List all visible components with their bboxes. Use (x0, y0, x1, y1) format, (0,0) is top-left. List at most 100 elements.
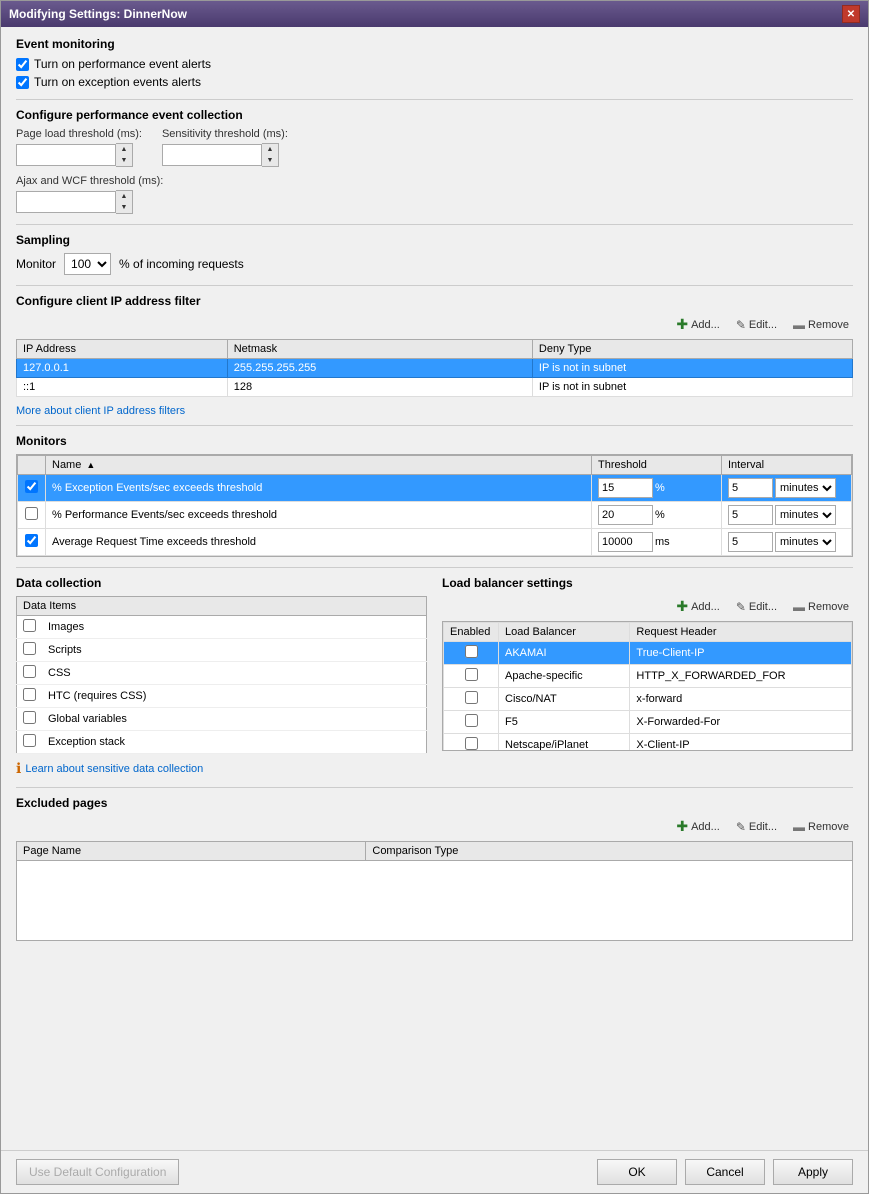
cancel-button[interactable]: Cancel (685, 1159, 765, 1185)
monitor-interval-select[interactable]: minutes hours (775, 532, 836, 552)
table-row[interactable]: Netscape/iPlanet X-Client-IP (444, 734, 852, 752)
ajax-wcf-spinner: 5000 ▲ ▼ (16, 190, 853, 214)
global-checkbox[interactable] (23, 711, 36, 724)
list-item: Scripts (17, 639, 427, 662)
excluded-edit-button[interactable]: ✎ Edit... (732, 818, 781, 836)
monitor-checkbox[interactable] (25, 507, 38, 520)
lb-enabled-checkbox[interactable] (465, 645, 478, 658)
monitor-interval-select[interactable]: minutes hours (775, 478, 836, 498)
perf-alerts-checkbox[interactable] (16, 58, 29, 71)
event-monitoring-title: Event monitoring (16, 37, 853, 51)
monitor-interval-cell: minutes hours (722, 529, 852, 556)
data-items-table: Data Items Images Scripts CSS (16, 596, 427, 754)
lb-add-button[interactable]: ✚ Add... (672, 596, 723, 617)
images-label: Images (42, 616, 427, 639)
ip-remove-button[interactable]: ▬ Remove (789, 316, 853, 334)
monitor-checkbox[interactable] (25, 480, 38, 493)
monitor-interval-input[interactable] (728, 532, 773, 552)
ip-edit-label: Edit... (749, 319, 777, 331)
monitor-select[interactable]: 100 50 25 10 (64, 253, 111, 275)
page-load-input[interactable]: 15000 (16, 144, 116, 166)
two-col-section: Data collection Data Items Images Script… (16, 576, 853, 777)
add-icon: ✚ (676, 598, 688, 615)
lb-add-label: Add... (691, 601, 720, 613)
default-config-button[interactable]: Use Default Configuration (16, 1159, 179, 1185)
sensitivity-down-btn[interactable]: ▼ (262, 155, 278, 166)
page-load-label: Page load threshold (ms): (16, 128, 142, 140)
more-link[interactable]: More about client IP address filters (16, 405, 185, 417)
page-load-down-btn[interactable]: ▼ (116, 155, 132, 166)
lb-remove-button[interactable]: ▬ Remove (789, 598, 853, 616)
monitor-name-header: Name ▲ (46, 456, 592, 475)
page-load-field: Page load threshold (ms): 15000 ▲ ▼ (16, 128, 142, 167)
content-area: Event monitoring Turn on performance eve… (1, 27, 868, 1150)
css-checkbox[interactable] (23, 665, 36, 678)
excluded-add-label: Add... (691, 821, 720, 833)
deny-col-header: Deny Type (532, 340, 852, 359)
monitor-check-header (18, 456, 46, 475)
footer-bar: Use Default Configuration OK Cancel Appl… (1, 1150, 868, 1193)
table-row[interactable]: F5 X-Forwarded-For (444, 711, 852, 734)
monitor-threshold-input[interactable] (598, 505, 653, 525)
lb-enabled-checkbox[interactable] (465, 668, 478, 681)
window-title: Modifying Settings: DinnerNow (9, 7, 187, 21)
sensitivity-input[interactable]: 3000 (162, 144, 262, 166)
ajax-wcf-up-btn[interactable]: ▲ (116, 191, 132, 202)
lb-enabled-checkbox[interactable] (465, 737, 478, 750)
threshold-unit: % (655, 482, 665, 494)
table-row[interactable]: ::1 128 IP is not in subnet (17, 378, 853, 397)
lb-title: Load balancer settings (442, 576, 853, 590)
excluded-add-button[interactable]: ✚ Add... (672, 816, 723, 837)
monitors-section: Monitors Name ▲ Threshold Interval (16, 434, 853, 557)
table-row[interactable]: % Performance Events/sec exceeds thresho… (18, 502, 852, 529)
excluded-remove-button[interactable]: ▬ Remove (789, 818, 853, 836)
table-row[interactable]: Cisco/NAT x-forward (444, 688, 852, 711)
sensitivity-up-btn[interactable]: ▲ (262, 144, 278, 155)
monitor-checkbox[interactable] (25, 534, 38, 547)
page-load-up-btn[interactable]: ▲ (116, 144, 132, 155)
excluded-edit-label: Edit... (749, 821, 777, 833)
table-row[interactable]: Average Request Time exceeds threshold m… (18, 529, 852, 556)
excluded-pages-section: Excluded pages ✚ Add... ✎ Edit... ▬ Remo… (16, 796, 853, 941)
ok-button[interactable]: OK (597, 1159, 677, 1185)
lb-edit-button[interactable]: ✎ Edit... (732, 598, 781, 616)
learn-link[interactable]: Learn about sensitive data collection (25, 763, 203, 775)
exception-alerts-checkbox[interactable] (16, 76, 29, 89)
scripts-checkbox[interactable] (23, 642, 36, 655)
lb-enabled-checkbox[interactable] (465, 714, 478, 727)
lb-table: Enabled Load Balancer Request Header AKA… (443, 622, 852, 751)
remove-icon: ▬ (793, 318, 805, 332)
ip-edit-button[interactable]: ✎ Edit... (732, 316, 781, 334)
divider-5 (16, 567, 853, 568)
table-row[interactable]: AKAMAI True-Client-IP (444, 642, 852, 665)
lb-name-cell: AKAMAI (499, 642, 630, 665)
htc-checkbox[interactable] (23, 688, 36, 701)
htc-label: HTC (requires CSS) (42, 685, 427, 708)
monitor-threshold-input[interactable] (598, 478, 653, 498)
monitor-name-cell: Average Request Time exceeds threshold (46, 529, 592, 556)
data-collection-title: Data collection (16, 576, 427, 590)
lb-enabled-checkbox[interactable] (465, 691, 478, 704)
table-row[interactable]: % Exception Events/sec exceeds threshold… (18, 475, 852, 502)
exception-alerts-row: Turn on exception events alerts (16, 75, 853, 89)
monitor-threshold-input[interactable] (598, 532, 653, 552)
lb-edit-label: Edit... (749, 601, 777, 613)
apply-button[interactable]: Apply (773, 1159, 853, 1185)
list-item: HTC (requires CSS) (17, 685, 427, 708)
ajax-wcf-input[interactable]: 5000 (16, 191, 116, 213)
exception-stack-checkbox[interactable] (23, 734, 36, 747)
images-checkbox[interactable] (23, 619, 36, 632)
lb-toolbar: ✚ Add... ✎ Edit... ▬ Remove (442, 596, 853, 617)
table-row[interactable]: Apache-specific HTTP_X_FORWARDED_FOR (444, 665, 852, 688)
load-balancer-col: Load balancer settings ✚ Add... ✎ Edit..… (442, 576, 853, 777)
ajax-wcf-down-btn[interactable]: ▼ (116, 202, 132, 213)
threshold-unit: ms (655, 536, 670, 548)
monitor-interval-input[interactable] (728, 478, 773, 498)
divider-6 (16, 787, 853, 788)
monitor-interval-input[interactable] (728, 505, 773, 525)
close-button[interactable]: ✕ (842, 5, 860, 23)
ip-add-button[interactable]: ✚ Add... (672, 314, 723, 335)
table-row[interactable]: 127.0.0.1 255.255.255.255 IP is not in s… (17, 359, 853, 378)
monitors-table-container: Name ▲ Threshold Interval % Exception Ev… (16, 454, 853, 557)
monitor-interval-select[interactable]: minutes hours (775, 505, 836, 525)
